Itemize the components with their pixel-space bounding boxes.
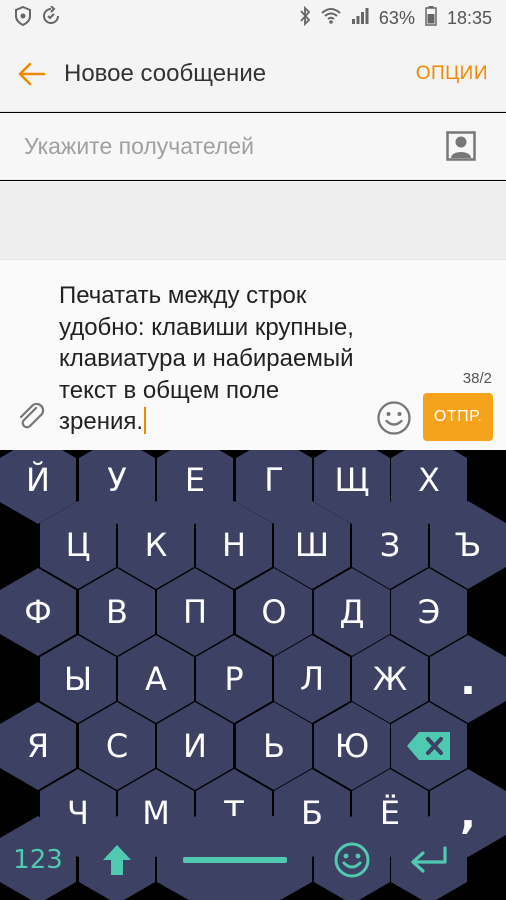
character-counter: 38/2 [462,370,492,387]
sync-icon [42,4,60,31]
recipients-input[interactable] [24,132,424,160]
battery-icon [425,5,437,31]
back-button[interactable] [0,36,64,112]
send-button[interactable]: ОТПР. [423,393,493,441]
hex-keyboard: Й У Е Г Щ Х Ц К Н Ш З Ъ Ф В П О Д Э Ы А … [0,450,506,900]
wifi-icon [321,7,341,30]
app-bar: Новое сообщение ОПЦИИ [0,36,506,112]
paperclip-icon [19,402,45,429]
message-input[interactable]: Печатать между строк удобно: клавиши кру… [59,280,369,438]
message-thread-area [0,181,506,259]
options-button[interactable]: ОПЦИИ [398,63,506,85]
shield-icon [14,5,32,31]
enter-icon [411,846,447,873]
composer: Печатать между строк удобно: клавиши кру… [0,259,506,450]
bluetooth-icon [299,5,311,31]
text-caret [144,407,147,434]
page-title: Новое сообщение [64,59,267,87]
message-text: Печатать между строк удобно: клавиши кру… [59,282,354,435]
recipients-bar [0,113,506,180]
attach-button[interactable] [16,400,48,432]
space-bar-icon [182,857,287,863]
contact-icon [446,131,476,161]
shift-icon [103,845,131,875]
status-bar: 63% 18:35 [0,0,506,36]
space-key[interactable] [157,816,312,900]
emoji-icon [334,842,370,878]
battery-percent: 63% [378,7,415,28]
smiley-icon [377,401,411,435]
emoji-button[interactable] [376,400,412,436]
contacts-button[interactable] [446,131,476,161]
backspace-icon [407,732,450,760]
signal-icon [351,7,369,30]
clock: 18:35 [446,7,492,28]
arrow-left-icon [18,62,46,85]
